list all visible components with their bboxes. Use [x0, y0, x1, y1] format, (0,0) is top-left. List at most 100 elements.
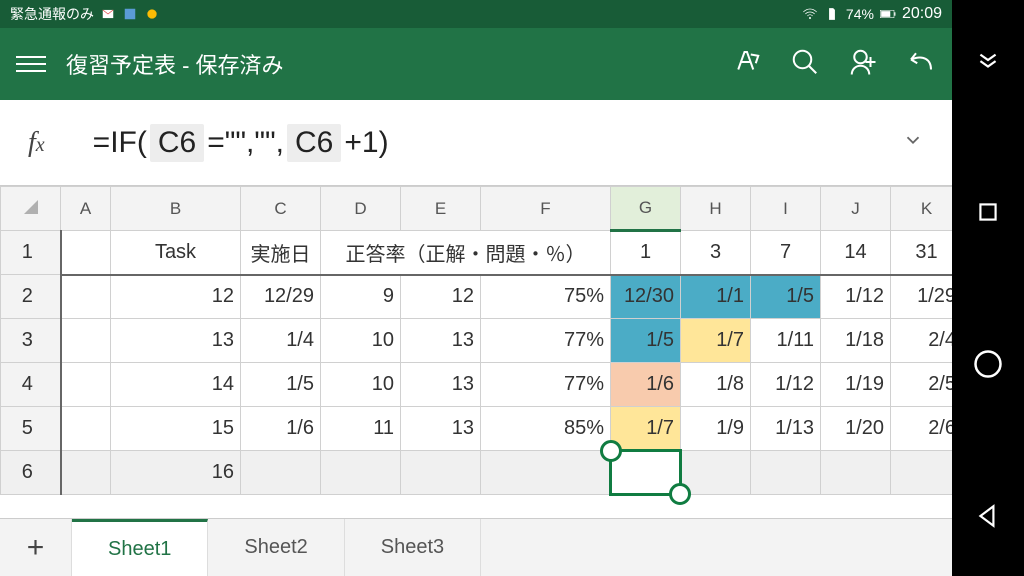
font-format-button[interactable]	[732, 47, 762, 82]
cell[interactable]: 1/9	[681, 407, 751, 451]
cell[interactable]: 10	[321, 319, 401, 363]
cell[interactable]: 12/30	[611, 275, 681, 319]
header-cell[interactable]: 31	[891, 231, 953, 275]
selected-cell[interactable]	[611, 451, 681, 495]
cell[interactable]: 77%	[481, 319, 611, 363]
table-row[interactable]: 6 16	[1, 451, 953, 495]
cell[interactable]: 1/19	[821, 363, 891, 407]
col-header-selected[interactable]: G	[611, 187, 681, 231]
cell[interactable]: 1/7	[681, 319, 751, 363]
cell[interactable]: 1/1	[681, 275, 751, 319]
recent-apps-button[interactable]	[968, 192, 1008, 232]
col-header[interactable]: B	[111, 187, 241, 231]
sheet-tab[interactable]: Sheet1	[72, 519, 208, 576]
cell[interactable]: 1/18	[821, 319, 891, 363]
cell[interactable]: 1/12	[821, 275, 891, 319]
search-button[interactable]	[790, 47, 820, 82]
cell[interactable]	[61, 451, 111, 495]
cell[interactable]: 13	[111, 319, 241, 363]
col-header[interactable]: A	[61, 187, 111, 231]
expand-formula-button[interactable]	[902, 129, 924, 156]
cell[interactable]: 2/5	[891, 363, 953, 407]
column-headers[interactable]: A B C D E F G H I J K	[1, 187, 953, 231]
col-header[interactable]: E	[401, 187, 481, 231]
cell[interactable]	[321, 451, 401, 495]
cell[interactable]: 85%	[481, 407, 611, 451]
row-header[interactable]: 6	[1, 451, 61, 495]
cell[interactable]: 12	[111, 275, 241, 319]
cell[interactable]: 1/5	[611, 319, 681, 363]
cell[interactable]: 13	[401, 407, 481, 451]
row-header[interactable]: 3	[1, 319, 61, 363]
cell[interactable]: 1/6	[611, 363, 681, 407]
cell[interactable]: 77%	[481, 363, 611, 407]
table-row[interactable]: 3131/4101377%1/51/71/111/182/4	[1, 319, 953, 363]
table-row[interactable]: 21212/2991275%12/301/11/51/121/29	[1, 275, 953, 319]
col-header[interactable]: I	[751, 187, 821, 231]
cell[interactable]: 1/8	[681, 363, 751, 407]
cell[interactable]: 75%	[481, 275, 611, 319]
sheet-tab[interactable]: Sheet3	[345, 519, 481, 576]
cell[interactable]: 16	[111, 451, 241, 495]
cell[interactable]: 14	[111, 363, 241, 407]
cell[interactable]	[61, 363, 111, 407]
col-header[interactable]: D	[321, 187, 401, 231]
cell[interactable]: 1/11	[751, 319, 821, 363]
header-cell[interactable]: 正答率（正解・問題・％）	[321, 231, 611, 275]
cell[interactable]	[891, 451, 953, 495]
cell[interactable]: 1/5	[241, 363, 321, 407]
cell[interactable]	[241, 451, 321, 495]
cell[interactable]: 15	[111, 407, 241, 451]
cell[interactable]	[401, 451, 481, 495]
cell[interactable]	[821, 451, 891, 495]
col-header[interactable]: J	[821, 187, 891, 231]
col-header[interactable]: F	[481, 187, 611, 231]
selection-handle[interactable]	[600, 440, 622, 462]
expand-down-icon[interactable]	[968, 40, 1008, 80]
cell[interactable]	[61, 275, 111, 319]
row-header[interactable]: 1	[1, 231, 61, 275]
cell[interactable]	[751, 451, 821, 495]
header-cell[interactable]: 実施日	[241, 231, 321, 275]
spreadsheet-grid[interactable]: A B C D E F G H I J K 1 Task 実施日 正答率（正解・…	[0, 186, 952, 518]
cell[interactable]: 1/13	[751, 407, 821, 451]
formula-text[interactable]: =IF( C6 ="","", C6 +1)	[93, 124, 389, 162]
table-row[interactable]: 4141/5101377%1/61/81/121/192/5	[1, 363, 953, 407]
select-all-corner[interactable]	[1, 187, 61, 231]
cell[interactable]: 1/6	[241, 407, 321, 451]
row-header[interactable]: 4	[1, 363, 61, 407]
cell[interactable]	[681, 451, 751, 495]
cell[interactable]: 12/29	[241, 275, 321, 319]
cell[interactable]	[61, 319, 111, 363]
cell-ref[interactable]: C6	[150, 124, 204, 162]
row-header[interactable]: 5	[1, 407, 61, 451]
add-sheet-button[interactable]: +	[0, 519, 72, 576]
header-cell[interactable]: 1	[611, 231, 681, 275]
cell[interactable]: 1/4	[241, 319, 321, 363]
header-cell[interactable]: 14	[821, 231, 891, 275]
header-cell[interactable]: 3	[681, 231, 751, 275]
cell[interactable]: 12	[401, 275, 481, 319]
cell[interactable]: 1/7	[611, 407, 681, 451]
back-button[interactable]	[968, 496, 1008, 536]
sheet-tab[interactable]: Sheet2	[208, 519, 344, 576]
cell[interactable]: 9	[321, 275, 401, 319]
cell[interactable]: 1/12	[751, 363, 821, 407]
cell[interactable]	[61, 407, 111, 451]
cell-ref[interactable]: C6	[287, 124, 341, 162]
col-header[interactable]: C	[241, 187, 321, 231]
col-header[interactable]: H	[681, 187, 751, 231]
col-header[interactable]: K	[891, 187, 953, 231]
formula-bar[interactable]: fx =IF( C6 ="","", C6 +1)	[0, 100, 952, 186]
cell[interactable]: 13	[401, 363, 481, 407]
cell[interactable]: 1/29	[891, 275, 953, 319]
cell[interactable]: 1/20	[821, 407, 891, 451]
menu-button[interactable]	[16, 49, 46, 79]
cell[interactable]: 13	[401, 319, 481, 363]
cell[interactable]: 11	[321, 407, 401, 451]
cell[interactable]: 2/6	[891, 407, 953, 451]
cell[interactable]	[481, 451, 611, 495]
selection-handle[interactable]	[669, 483, 691, 505]
share-button[interactable]	[848, 47, 878, 82]
home-button[interactable]	[968, 344, 1008, 384]
